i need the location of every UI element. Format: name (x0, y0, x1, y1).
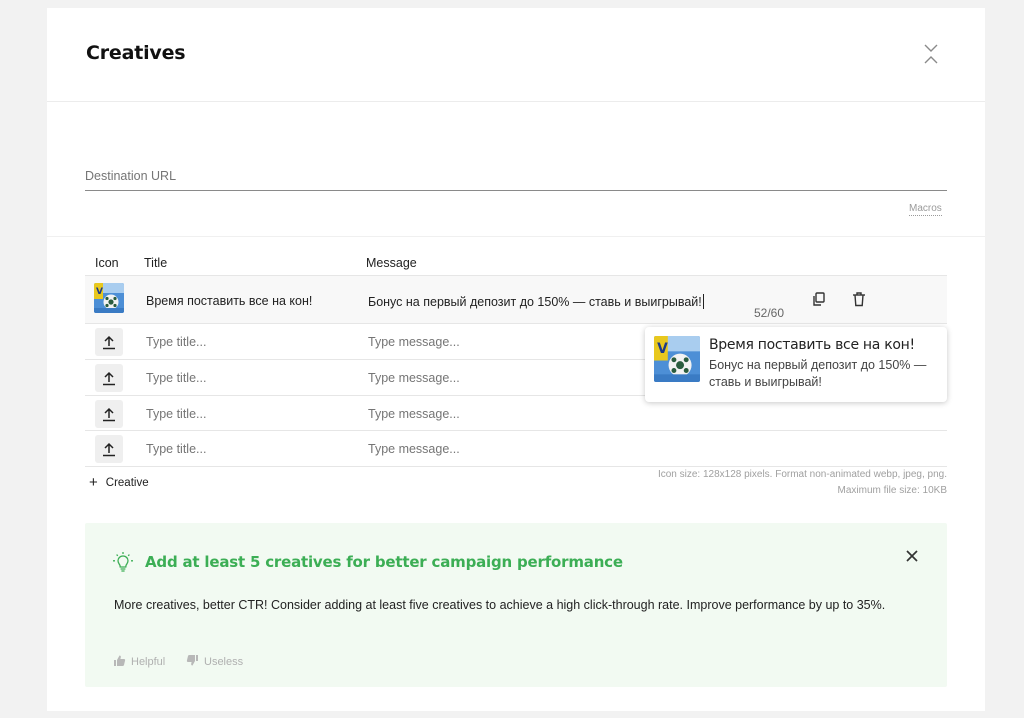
message-input[interactable] (368, 371, 628, 385)
thumbs-down-icon (186, 654, 199, 670)
page-title: Creatives (86, 42, 186, 64)
title-input[interactable] (146, 442, 346, 456)
svg-text:V: V (96, 287, 103, 297)
column-header-message: Message (366, 256, 417, 270)
trash-icon[interactable] (850, 290, 868, 308)
message-input[interactable] (368, 442, 628, 456)
creative-message-text: Бонус на первый депозит до 150% — ставь … (368, 295, 702, 309)
upload-icon[interactable] (95, 400, 123, 428)
creative-row: V Время поставить все на кон! Бонус на п… (85, 275, 947, 323)
plus-icon: + (89, 474, 98, 491)
helpful-label: Helpful (131, 656, 166, 668)
preview-message: Бонус на первый депозит до 150% — ставь … (709, 358, 927, 389)
tip-description: More creatives, better CTR! Consider add… (114, 598, 886, 612)
message-input[interactable] (368, 335, 628, 349)
creatives-panel: Creatives Destination URL Macros Icon Ti… (47, 8, 985, 711)
creative-message[interactable]: Бонус на первый депозит до 150% — ставь … (368, 294, 704, 309)
creative-icon-thumbnail[interactable]: V (94, 283, 124, 313)
message-input[interactable] (368, 407, 628, 421)
upload-icon[interactable] (95, 435, 123, 463)
title-input[interactable] (146, 335, 346, 349)
creative-title[interactable]: Время поставить все на кон! (146, 294, 312, 308)
preview-icon-image: V (654, 336, 700, 382)
preview-title: Время поставить все на кон! (709, 337, 915, 353)
icon-size-hint: Icon size: 128x128 pixels. Format non-an… (657, 469, 947, 480)
useless-label: Useless (204, 656, 244, 668)
add-creative-label: Creative (105, 476, 149, 489)
svg-text:V: V (657, 341, 668, 357)
useless-button[interactable]: Useless (186, 654, 243, 670)
character-counter: 52/60 (754, 306, 785, 320)
lightbulb-icon (112, 551, 134, 573)
title-input[interactable] (146, 407, 346, 421)
close-icon[interactable] (904, 548, 920, 564)
table-bottom-divider (85, 466, 947, 467)
empty-creative-row (85, 430, 947, 466)
performance-tip-banner: Add at least 5 creatives for better camp… (85, 523, 947, 687)
creative-preview-popup: V Время поставить все на кон! Бонус на п… (645, 327, 947, 402)
panel-header: Creatives (47, 8, 985, 102)
title-input[interactable] (146, 371, 346, 385)
destination-url-input[interactable] (85, 163, 947, 191)
helpful-button[interactable]: Helpful (113, 654, 165, 670)
upload-icon[interactable] (95, 364, 123, 392)
text-caret (702, 294, 704, 309)
copy-icon[interactable] (810, 290, 828, 308)
column-header-title: Title (144, 256, 168, 270)
file-size-hint: Maximum file size: 10KB (837, 485, 947, 496)
upload-icon[interactable] (95, 328, 123, 356)
tip-title: Add at least 5 creatives for better camp… (145, 553, 623, 571)
column-header-icon: Icon (95, 256, 119, 270)
collapse-icon[interactable] (919, 42, 943, 66)
destination-url-section: Destination URL Macros (47, 103, 985, 237)
macros-link[interactable]: Macros (909, 203, 942, 216)
thumbs-up-icon (113, 654, 126, 670)
add-creative-button[interactable]: + Creative (89, 475, 149, 490)
